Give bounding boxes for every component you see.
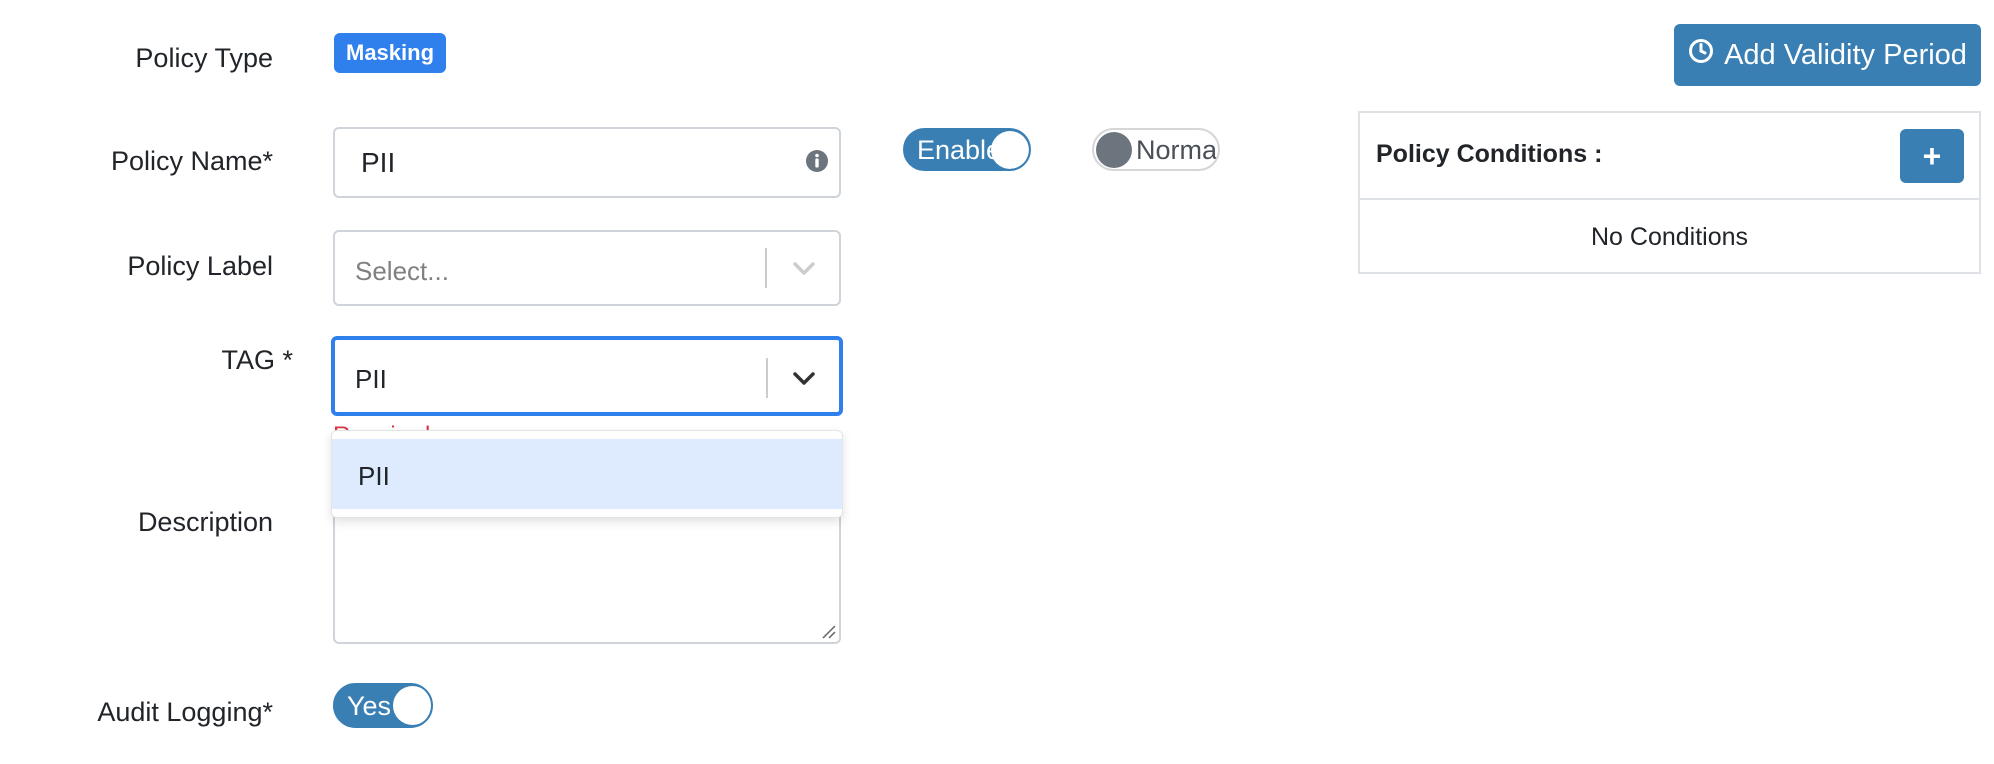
clock-icon (1688, 38, 1714, 72)
description-textarea[interactable] (333, 500, 841, 644)
no-conditions-text: No Conditions (1590, 223, 1749, 251)
tag-select[interactable]: PII (331, 336, 843, 416)
add-validity-period-label: Add Validity Period (1724, 38, 1967, 71)
description-label: Description (137, 507, 273, 537)
chevron-down-icon[interactable] (791, 256, 817, 285)
tag-dropdown-menu: PII (331, 430, 843, 518)
policy-name-value: PII (361, 147, 396, 178)
policy-name-label: Policy Name* (110, 146, 273, 176)
toggle-knob (1096, 132, 1132, 168)
normal-toggle-label: Normal (1136, 135, 1220, 165)
select-separator (766, 358, 768, 398)
audit-logging-toggle-label: Yes (347, 691, 392, 721)
audit-logging-label: Audit Logging* (97, 697, 273, 727)
chevron-down-icon[interactable] (791, 366, 817, 395)
tag-option[interactable]: PII (332, 439, 842, 509)
normal-toggle[interactable]: Normal (1092, 128, 1220, 171)
audit-logging-toggle[interactable]: Yes (333, 683, 433, 728)
select-separator (765, 248, 767, 288)
tag-option-label: PII (358, 461, 390, 491)
toggle-knob (991, 131, 1029, 169)
policy-conditions-header: Policy Conditions : + (1360, 113, 1979, 200)
policy-conditions-title: Policy Conditions : (1376, 140, 1603, 168)
policy-name-input[interactable]: PII (333, 127, 841, 198)
policy-conditions-card: Policy Conditions : + No Conditions (1358, 111, 1981, 274)
policy-label-placeholder: Select... (355, 256, 449, 286)
enabled-toggle[interactable]: Enabled (903, 128, 1031, 171)
add-condition-button[interactable]: + (1900, 129, 1964, 183)
plus-icon: + (1922, 137, 1942, 174)
tag-value: PII (355, 364, 387, 394)
policy-type-badge: Masking (334, 33, 447, 73)
policy-label-label: Policy Label (127, 251, 273, 281)
add-validity-period-button[interactable]: Add Validity Period (1674, 24, 1981, 86)
policy-type-label: Policy Type (135, 43, 273, 73)
toggle-knob (393, 686, 431, 725)
info-circle-icon[interactable] (805, 149, 829, 178)
tag-label: TAG * (221, 345, 293, 375)
policy-label-select[interactable]: Select... (333, 230, 841, 306)
resize-handle-icon[interactable] (821, 624, 837, 645)
